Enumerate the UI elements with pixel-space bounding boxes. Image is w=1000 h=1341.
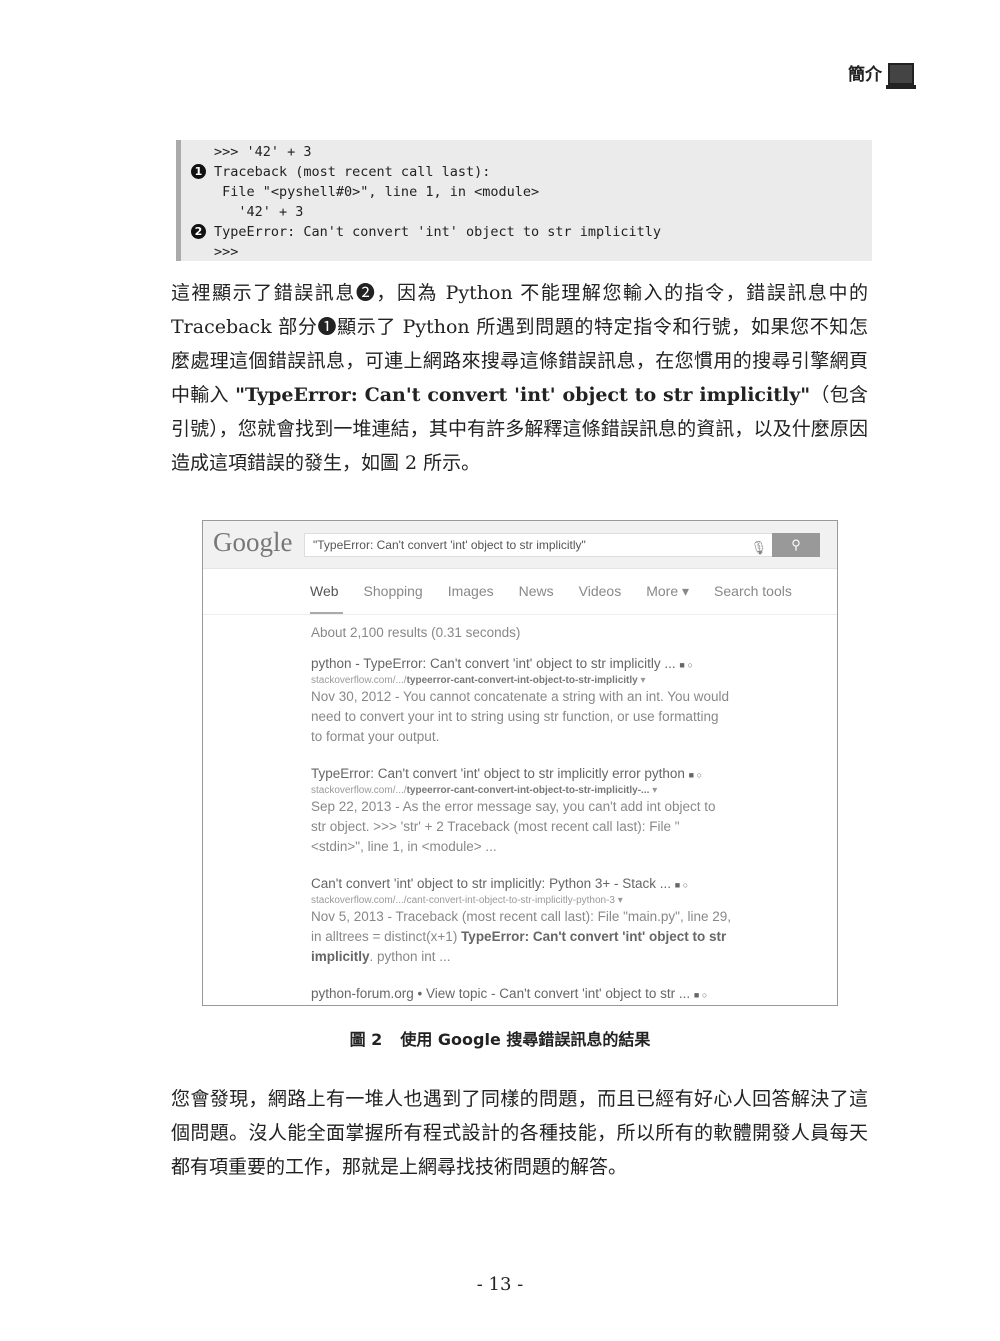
result-title-link[interactable]: python - TypeError: Can't convert 'int' … [311,655,731,674]
result-title-link[interactable]: python-forum.org • View topic - Can't co… [311,985,731,1004]
result-snippet: Nov 5, 2013 - Traceback (most recent cal… [311,907,731,967]
preview-icon[interactable]: ■ ○ [689,770,702,780]
search-icon: ⚲ [791,537,801,552]
tab-news[interactable]: News [519,583,554,600]
snippet: Nov 30, 2012 - You cannot concatenate a … [311,689,730,744]
url-bold: typeerror-cant-convert-int-object-to-str… [406,785,650,796]
code-line: >>> [181,242,872,262]
result-snippet: Nov 30, 2012 - You cannot concatenate a … [311,687,731,747]
code-line: '42' + 3 [181,202,872,222]
tab-web[interactable]: Web [310,583,343,615]
code-line: 1 Traceback (most recent call last): [181,162,872,182]
result-count: About 2,100 results (0.31 seconds) [311,625,521,640]
tab-search-tools[interactable]: Search tools [714,583,792,600]
preview-icon[interactable]: ■ ○ [694,990,707,1000]
result-url: stackoverflow.com/.../typeerror-cant-con… [311,784,731,797]
title: TypeError: Can't convert 'int' object to… [311,766,685,781]
results: About 2,100 results (0.31 seconds) pytho… [311,625,731,1006]
tab-more[interactable]: More ▾ [646,583,689,600]
code-text: File "<pyshell#0>", line 1, in <module> [214,184,540,200]
tab-videos[interactable]: Videos [579,583,622,600]
result-url: stackoverflow.com/.../cant-convert-int-o… [311,894,731,907]
tab-shopping[interactable]: Shopping [364,583,423,600]
dropdown-arrow-icon[interactable]: ▾ [652,785,657,796]
callout-marker: 1 [191,164,206,179]
book-page: 簡介 >>> '42' + 3 1 Traceback (most recent c… [0,0,1000,1341]
url: www.python-forum.org/viewtopic.php?f=6&t… [311,1005,537,1006]
bold-query: "TypeError: Can't convert 'int' object t… [235,384,811,406]
figure-label: 圖 2 [349,1030,383,1049]
dropdown-arrow-icon[interactable]: ▾ [618,895,623,906]
page-number: - 13 - [476,1274,524,1295]
paragraph-2: 您會發現，網路上有一堆人也遇到了同樣的問題，而且已經有好心人回答解決了這個問題。… [171,1088,868,1178]
monitor-icon [886,63,916,89]
code-text: >>> [214,244,239,260]
code-text: Traceback (most recent call last): [214,164,491,180]
caption-text: 使用 Google 搜尋錯誤訊息的結果 [400,1030,651,1049]
code-text: >>> '42' + 3 [214,144,312,160]
chapter-title: 簡介 [848,65,882,85]
code-line: 2 TypeError: Can't convert 'int' object t… [181,222,872,242]
search-result: Can't convert 'int' object to str implic… [311,875,731,967]
snippet: Sep 22, 2013 - As the error message say,… [311,799,716,854]
result-url: www.python-forum.org/viewtopic.php?f=6&t… [311,1004,731,1006]
url-bold: typeerror-cant-convert-int-object-to-str… [406,675,638,686]
title: python - TypeError: Can't convert 'int' … [311,656,676,671]
title: Can't convert 'int' object to str implic… [311,876,671,891]
search-input[interactable]: "TypeError: Can't convert 'int' object t… [304,533,776,557]
tab-images[interactable]: Images [448,583,494,600]
url: stackoverflow.com/.../ [311,675,407,686]
code-text: '42' + 3 [214,204,304,220]
snippet-end: . python int ... [369,949,451,964]
divider [203,614,837,615]
paragraph-1: 這裡顯示了錯誤訊息❷，因為 Python 不能理解您輸入的指令，錯誤訊息中的 T… [171,276,868,480]
code-block: >>> '42' + 3 1 Traceback (most recent call… [176,140,872,261]
code-line: File "<pyshell#0>", line 1, in <module> [181,182,872,202]
search-tabs: Web Shopping Images News Videos More ▾ Search … [310,583,817,615]
microphone-icon[interactable]: 🎙 [750,537,767,559]
google-screenshot: Google "TypeError: Can't convert 'int' o… [202,520,838,1006]
title: python-forum.org • View topic - Can't co… [311,986,691,1001]
result-title-link[interactable]: TypeError: Can't convert 'int' object to… [311,765,731,784]
search-result: TypeError: Can't convert 'int' object to… [311,765,731,857]
url: stackoverflow.com/.../ [311,785,407,796]
callout-marker: 2 [191,224,206,239]
result-title-link[interactable]: Can't convert 'int' object to str implic… [311,875,731,894]
preview-icon[interactable]: ■ ○ [675,880,688,890]
google-logo: Google [213,527,293,557]
dropdown-arrow-icon[interactable]: ▾ [641,675,646,686]
result-url: stackoverflow.com/.../typeerror-cant-con… [311,674,731,687]
query-text: "TypeError: Can't convert 'int' object t… [313,538,586,552]
result-snippet: Sep 22, 2013 - As the error message say,… [311,797,731,857]
code-text: TypeError: Can't convert 'int' object to… [214,224,662,240]
search-button[interactable]: ⚲ [772,533,820,557]
search-result: python-forum.org • View topic - Can't co… [311,985,731,1006]
url: stackoverflow.com/.../cant-convert-int-o… [311,895,615,906]
chapter-header: 簡介 [848,60,916,89]
dropdown-arrow-icon[interactable]: ▾ [539,1005,544,1006]
preview-icon[interactable]: ■ ○ [679,660,692,670]
search-result: python - TypeError: Can't convert 'int' … [311,655,731,747]
search-bar-area: Google "TypeError: Can't convert 'int' o… [203,521,837,569]
figure-caption: 圖 2 使用 Google 搜尋錯誤訊息的結果 [0,1026,1000,1050]
code-line: >>> '42' + 3 [181,142,872,162]
